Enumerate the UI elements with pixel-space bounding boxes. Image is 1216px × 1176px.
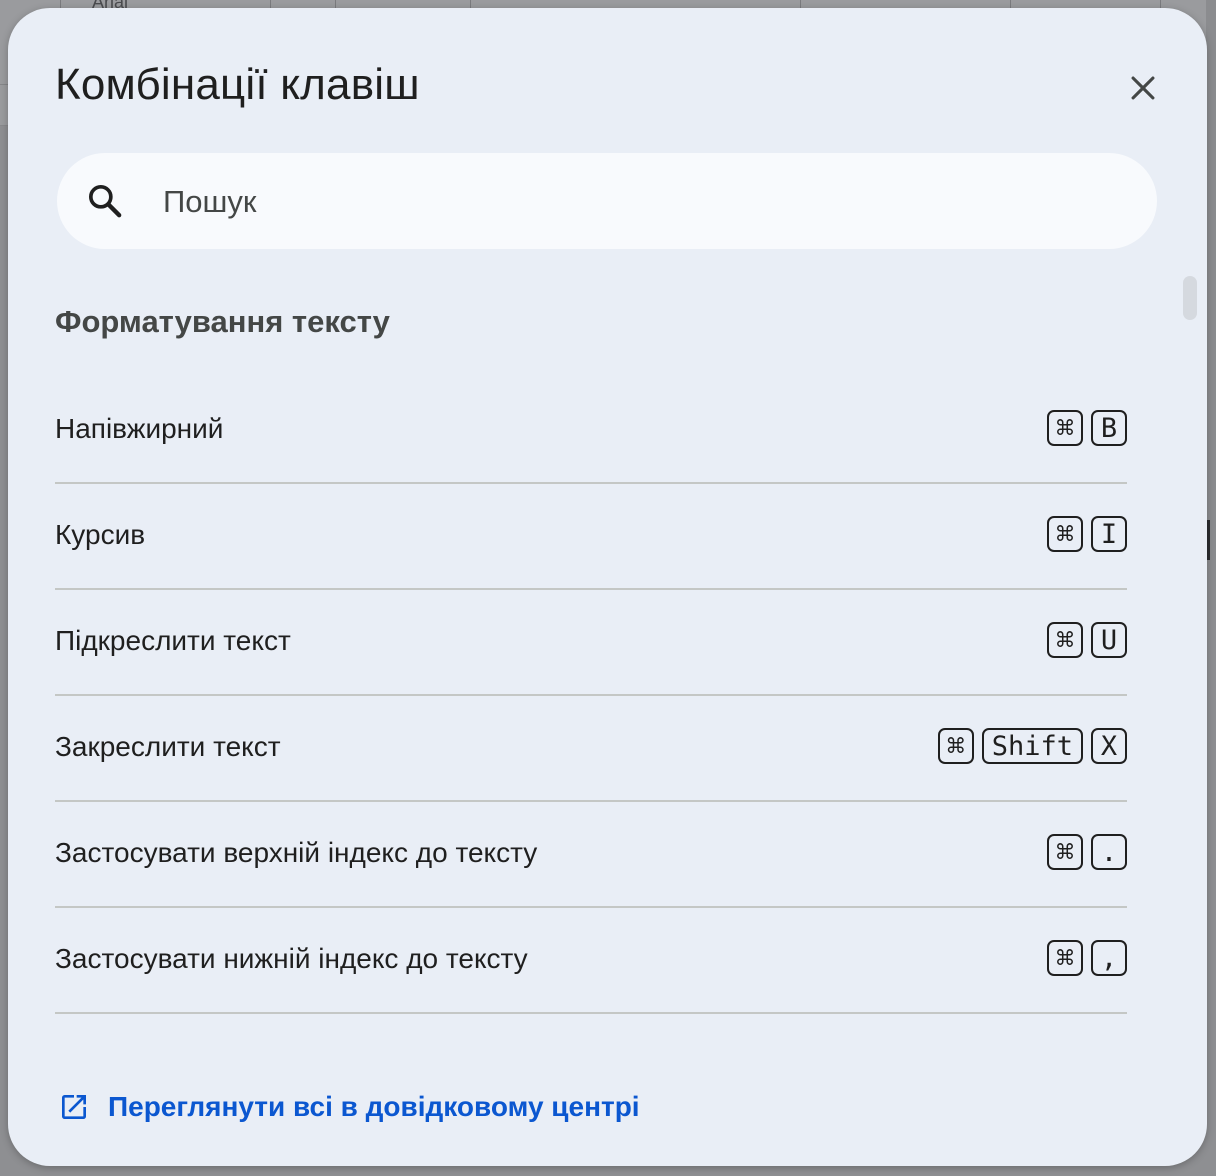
background-cursor-mark	[1207, 520, 1210, 560]
help-center-link-label: Переглянути всі в довідковому центрі	[108, 1091, 640, 1122]
keyboard-shortcuts-dialog: Комбінації клавіш Форматування тексту На…	[8, 8, 1207, 1166]
search-input[interactable]	[161, 175, 1065, 229]
key-cap: I	[1091, 516, 1127, 552]
shortcut-row-bold: Напівжирний ⌘ B	[55, 378, 1127, 484]
key-cap: U	[1091, 622, 1127, 658]
key-combination: ⌘ I	[1047, 516, 1127, 552]
key-cap-command: ⌘	[1047, 834, 1083, 870]
key-cap: X	[1091, 728, 1127, 764]
search-icon	[89, 185, 122, 218]
background-ruler	[1206, 0, 1216, 610]
close-button[interactable]	[1119, 64, 1167, 112]
key-combination: ⌘ Shift X	[937, 728, 1127, 764]
key-cap-command: ⌘	[1047, 622, 1083, 658]
shortcut-label: Курсив	[55, 519, 146, 550]
key-combination: ⌘ .	[1047, 834, 1127, 870]
help-center-link[interactable]: Переглянути всі в довідковому центрі	[58, 1091, 640, 1123]
scrollbar-thumb[interactable]	[1183, 276, 1197, 320]
shortcut-label: Підкреслити текст	[55, 625, 291, 656]
key-combination: ⌘ B	[1047, 410, 1127, 446]
key-cap: .	[1091, 834, 1127, 870]
key-cap-command: ⌘	[1047, 410, 1083, 446]
shortcut-row-italic: Курсив ⌘ I	[55, 484, 1127, 590]
shortcut-row-underline: Підкреслити текст ⌘ U	[55, 590, 1127, 696]
close-icon	[1131, 76, 1155, 100]
shortcut-label: Застосувати нижній індекс до тексту	[55, 943, 528, 974]
key-cap-command: ⌘	[937, 728, 974, 764]
key-cap-shift: Shift	[981, 728, 1083, 764]
key-cap: ,	[1091, 940, 1127, 976]
shortcut-label: Закреслити текст	[55, 731, 281, 762]
shortcut-list: Напівжирний ⌘ B Курсив ⌘ I Підкреслити т…	[55, 378, 1127, 1014]
shortcut-row-superscript: Застосувати верхній індекс до тексту ⌘ .	[55, 802, 1127, 908]
shortcut-label: Напівжирний	[55, 413, 224, 444]
key-cap-command: ⌘	[1047, 516, 1083, 552]
shortcut-label: Застосувати верхній індекс до тексту	[55, 837, 538, 868]
dialog-title: Комбінації клавіш	[55, 60, 420, 109]
open-in-new-icon	[62, 1095, 86, 1119]
key-combination: ⌘ U	[1047, 622, 1127, 658]
search-box[interactable]	[57, 153, 1157, 249]
key-cap-command: ⌘	[1047, 940, 1083, 976]
shortcut-row-subscript: Застосувати нижній індекс до тексту ⌘ ,	[55, 908, 1127, 1014]
key-combination: ⌘ ,	[1047, 940, 1127, 976]
section-heading: Форматування тексту	[55, 304, 390, 339]
key-cap: B	[1091, 410, 1127, 446]
shortcut-row-strikethrough: Закреслити текст ⌘ Shift X	[55, 696, 1127, 802]
